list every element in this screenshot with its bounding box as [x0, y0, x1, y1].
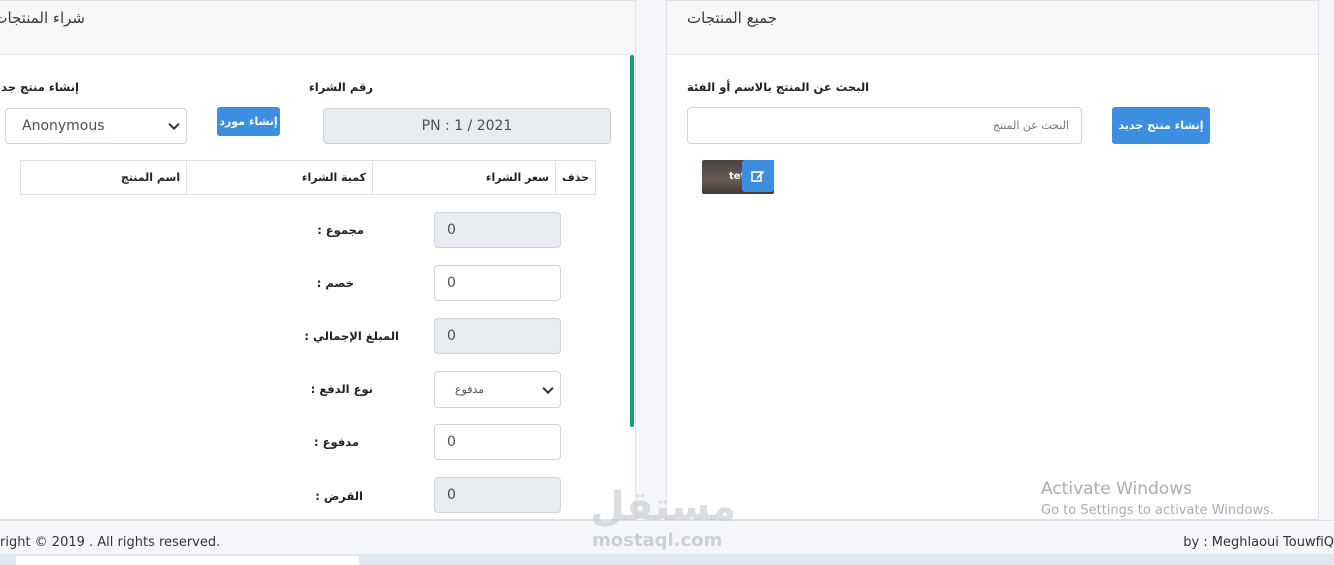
watermark-url: mostaql.com [592, 530, 723, 551]
products-panel: جميع المنتجات البحث عن المنتج بالاسم أو … [666, 0, 1319, 520]
supplier-select-value: Anonymous [22, 118, 105, 134]
purchase-number-field: PN : 1 / 2021 [323, 108, 611, 144]
copyright-text: right © 2019 . All rights reserved. [0, 535, 220, 550]
payment-type-value: مدفوع [455, 383, 485, 396]
products-panel-title: جميع المنتجات [687, 9, 778, 27]
watermark-logo: مستقل [590, 484, 737, 530]
activate-windows-subtitle: Go to Settings to activate Windows. [1041, 503, 1274, 518]
payment-type-label: نوع الدفع : [310, 382, 373, 396]
grand-total-label: المبلغ الإجمالي : [304, 329, 399, 343]
create-supplier-button[interactable]: إنشاء مورد [217, 107, 280, 136]
purchase-number-value: PN : 1 / 2021 [421, 118, 513, 134]
total-value: 0 [447, 222, 456, 238]
supplier-select[interactable]: Anonymous [5, 108, 187, 144]
paid-value: 0 [447, 434, 456, 450]
col-product-name: اسم المنتج [19, 160, 188, 195]
discount-input[interactable]: 0 [434, 265, 561, 301]
os-taskbar [0, 554, 1334, 565]
paid-input[interactable]: 0 [434, 424, 561, 460]
loan-label: القرض : [315, 489, 363, 503]
total-field: 0 [434, 212, 561, 248]
purchase-panel-header: شراء المنتجات [0, 1, 635, 55]
paid-label: مدفوع : [314, 435, 359, 449]
col-purchase-quantity: كمية الشراء [186, 160, 373, 195]
products-panel-header: جميع المنتجات [667, 1, 1318, 55]
discount-label: خصم : [316, 276, 354, 290]
payment-type-select[interactable]: مدفوع [434, 371, 561, 408]
col-delete: حذف [554, 160, 597, 195]
purchase-panel-title: شراء المنتجات [0, 9, 85, 27]
col-purchase-price: سعر الشراء [372, 160, 556, 195]
copyright: right © 2019 . All rights reserved. [0, 535, 221, 550]
purchase-number-label: رقم الشراء [308, 80, 373, 94]
loan-value: 0 [447, 487, 456, 503]
new-product-label: إنشاء منتج جديد [0, 80, 79, 94]
total-label: مجموع : [317, 223, 364, 237]
search-input[interactable] [687, 107, 1082, 144]
loan-field: 0 [434, 477, 561, 513]
discount-value: 0 [447, 275, 456, 291]
taskbar-search-box[interactable] [16, 556, 359, 565]
edit-product-button[interactable] [742, 160, 774, 192]
search-label: البحث عن المنتج بالاسم أو الفئة [687, 80, 870, 94]
grand-total-field: 0 [434, 318, 561, 354]
author-credit: by : Meghlaoui TouwfiQ [1183, 535, 1334, 550]
table-header-row: اسم المنتج كمية الشراء سعر الشراء حذف [19, 160, 597, 195]
purchase-panel-scrollbar[interactable] [630, 55, 634, 427]
chevron-down-icon [168, 118, 180, 131]
purchase-panel: شراء المنتجات إنشاء منتج جديد Anonymous … [0, 0, 636, 520]
product-tile[interactable]: tet [702, 160, 774, 194]
edit-icon [751, 171, 765, 182]
activate-windows-title: Activate Windows [1041, 479, 1192, 499]
purchase-items-table: اسم المنتج كمية الشراء سعر الشراء حذف [19, 160, 597, 195]
grand-total-value: 0 [447, 328, 456, 344]
create-product-button[interactable]: إنشاء منتج جديد [1112, 107, 1210, 144]
chevron-down-icon [542, 382, 554, 394]
